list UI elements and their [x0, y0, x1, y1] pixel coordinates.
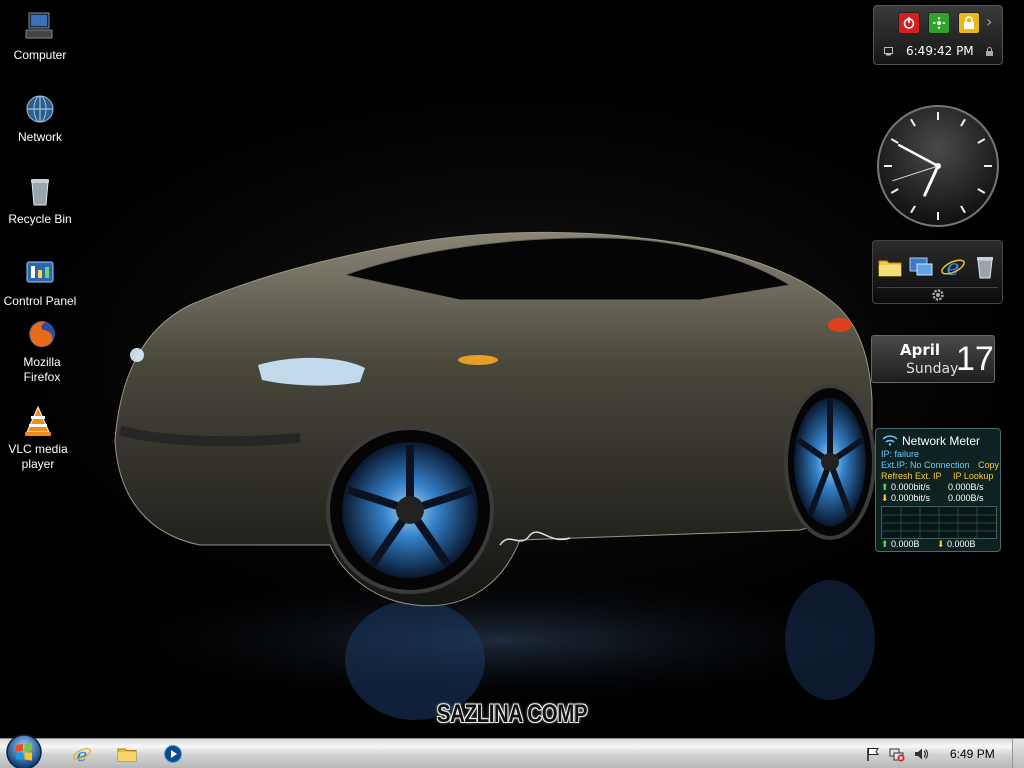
total-download-arrow-icon: ⬇ [937, 539, 945, 549]
recycle-bin-icon [31, 179, 49, 206]
total-download: 0.000B [947, 539, 976, 549]
padlock-icon [986, 47, 993, 56]
svg-text:e: e [77, 745, 88, 764]
total-upload: 0.000B [891, 539, 920, 549]
control-panel-icon [26, 261, 54, 283]
total-upload-arrow-icon: ⬆ [881, 539, 889, 549]
traffic-graph-grid [882, 507, 996, 538]
calendar-weekday: Sunday [906, 361, 959, 377]
flag-icon[interactable] [865, 746, 881, 762]
power-gadget: › 6:49:42 PM [873, 5, 1003, 65]
power-gadget-time: 6:49:42 PM [906, 44, 974, 58]
show-desktop-button[interactable] [1012, 739, 1024, 768]
download-rate-bits: 0.000bit/s [891, 493, 931, 503]
lock-button[interactable] [958, 12, 980, 34]
wallpaper-caption: SAZLINA COMP [436, 700, 588, 728]
desktop-icon-label: Control Panel [3, 294, 77, 308]
desktop-icon-network[interactable]: Network [2, 92, 78, 145]
network-icon [26, 95, 54, 123]
monitor-icon [884, 47, 893, 56]
svg-text:e: e [946, 256, 959, 280]
recycle-bin-icon[interactable] [972, 254, 998, 280]
calendar-day: 17 [956, 340, 994, 378]
lock-icon [964, 16, 974, 29]
remote-desktop-icon[interactable] [908, 254, 934, 280]
desktop-icon-label: Recycle Bin [8, 212, 72, 226]
clock-gadget[interactable] [874, 104, 1002, 228]
traffic-graph [881, 506, 997, 539]
refresh-ext-ip-link[interactable]: Refresh Ext. IP [881, 471, 942, 481]
start-button[interactable] [4, 732, 44, 768]
network-status-icon[interactable] [889, 746, 905, 762]
desktop-icon-vlc[interactable]: VLC media player [0, 404, 76, 472]
desktop-icon-label: Network [17, 130, 62, 144]
gear-icon[interactable] [930, 287, 946, 303]
internet-explorer-icon[interactable]: e [940, 254, 966, 280]
media-player-icon[interactable] [163, 744, 183, 764]
folder-icon[interactable] [877, 254, 903, 280]
copy-link[interactable]: Copy [978, 460, 999, 470]
ext-ip-status: Ext.IP: No Connection [881, 460, 970, 470]
network-meter-title: Network Meter [902, 434, 981, 448]
ip-lookup-link[interactable]: IP Lookup [953, 471, 993, 481]
restart-button[interactable] [928, 12, 950, 34]
upload-rate-bytes: 0.000B/s [948, 482, 984, 492]
desktop-icon-label: Computer [13, 48, 67, 62]
desktop-icon-recycle-bin[interactable]: Recycle Bin [2, 174, 78, 227]
calendar-gadget[interactable]: April Sunday 17 [871, 335, 995, 383]
computer-icon [25, 12, 53, 39]
volume-icon[interactable] [913, 746, 929, 762]
analog-clock [877, 105, 999, 227]
taskbar-clock[interactable]: 6:49 PM [950, 747, 995, 761]
chevron-right-icon[interactable]: › [986, 12, 992, 31]
firefox-icon [29, 321, 55, 347]
folder-icon[interactable] [117, 744, 137, 764]
desktop-icon-control-panel[interactable]: Control Panel [2, 256, 78, 309]
desktop-icon-label: Mozilla Firefox [23, 355, 61, 384]
vlc-icon [25, 405, 51, 436]
network-meter-gadget: Network Meter IP: failure Ext.IP: No Con… [875, 428, 1001, 552]
upload-arrow-icon: ⬆ [881, 482, 889, 492]
desktop-icon-label: VLC media player [8, 442, 68, 471]
download-arrow-icon: ⬇ [881, 493, 889, 503]
launcher-gadget: e [872, 240, 1003, 304]
download-rate-bytes: 0.000B/s [948, 493, 984, 503]
desktop-icon-computer[interactable]: Computer [2, 10, 78, 63]
taskbar: e 6:49 PM [0, 734, 1024, 768]
power-icon [903, 17, 915, 29]
upload-rate-bits: 0.000bit/s [891, 482, 931, 492]
shutdown-button[interactable] [898, 12, 920, 34]
calendar-month: April [900, 341, 941, 359]
desktop-icon-firefox[interactable]: Mozilla Firefox [4, 317, 80, 385]
internet-explorer-icon[interactable]: e [72, 744, 92, 764]
wifi-icon [882, 435, 898, 446]
ip-status: IP: failure [881, 449, 920, 459]
restart-icon [933, 17, 945, 29]
